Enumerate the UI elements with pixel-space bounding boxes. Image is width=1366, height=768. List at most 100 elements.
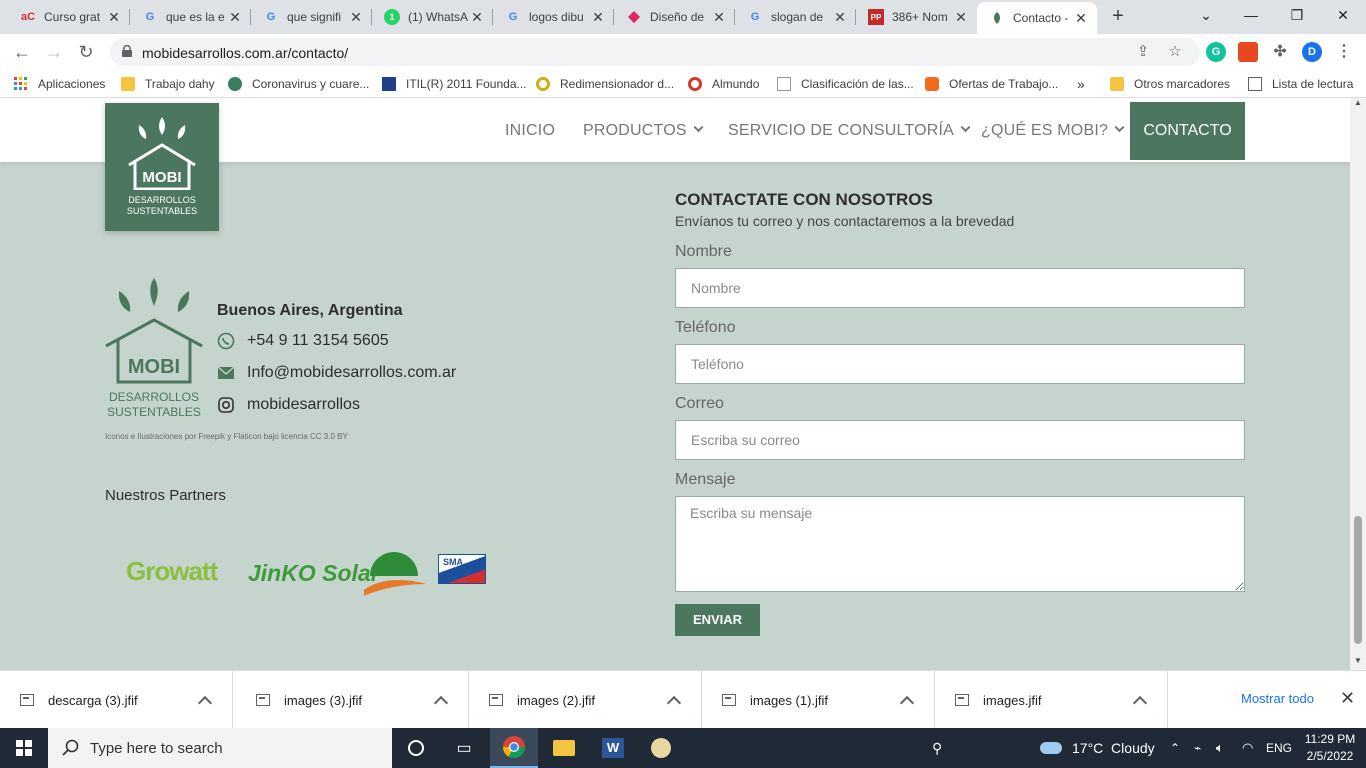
chevron-up-icon[interactable] (197, 695, 213, 711)
people-icon[interactable]: ⚲ (932, 728, 942, 768)
tab-7[interactable]: G slogan de ✕ (735, 0, 856, 34)
download-item[interactable]: images.jfif (935, 671, 1168, 729)
bookmark-coronavirus[interactable]: Coronavirus y cuare... (228, 75, 369, 93)
close-tab-icon[interactable]: ✕ (590, 9, 606, 26)
contact-email[interactable]: Info@mobidesarrollos.com.ar (217, 364, 456, 382)
close-tab-icon[interactable]: ✕ (953, 9, 969, 26)
correo-input[interactable] (675, 420, 1245, 460)
tab-5[interactable]: G logos dibu ✕ (493, 0, 614, 34)
extension-orange-icon[interactable] (1238, 42, 1258, 62)
tab-title: que signifi (287, 10, 342, 24)
nombre-input[interactable] (675, 268, 1245, 308)
grammarly-icon[interactable]: G (1206, 42, 1226, 62)
image-file-icon (489, 694, 503, 706)
mensaje-textarea[interactable] (675, 496, 1245, 592)
file-explorer-icon[interactable] (540, 728, 588, 768)
address-bar[interactable]: mobidesarrollos.com.ar/contacto/ ⇪ ☆ (110, 38, 1200, 66)
chrome-taskbar-icon[interactable] (490, 728, 538, 768)
bookmark-itil[interactable]: ITIL(R) 2011 Founda... (382, 75, 527, 93)
bookmark-apps[interactable]: Aplicaciones (14, 75, 105, 93)
tab-3[interactable]: G que signifi ✕ (251, 0, 372, 34)
wifi-icon[interactable]: ◠ (1242, 728, 1253, 768)
chevron-up-icon[interactable] (899, 695, 915, 711)
tab-9-active[interactable]: Contacto - ✕ (977, 2, 1097, 34)
profile-avatar[interactable]: D (1302, 42, 1322, 62)
instagram-text: mobidesarrollos (247, 396, 360, 413)
show-all-downloads-link[interactable]: Mostrar todo (1241, 691, 1314, 706)
scrollbar-thumb[interactable] (1354, 516, 1362, 644)
word-icon[interactable]: W (589, 728, 637, 768)
bookmark-trabajo[interactable]: Trabajo dahy (121, 75, 215, 93)
download-item[interactable]: descarga (3).jfif (0, 671, 233, 729)
download-item[interactable]: images (1).jfif (702, 671, 935, 729)
restore-button[interactable]: ❐ (1274, 0, 1320, 30)
page-scrollbar[interactable]: ▲ ▼ (1350, 98, 1366, 670)
nav-productos[interactable]: PRODUCTOS (583, 122, 704, 140)
star-bookmark-icon[interactable]: ☆ (1165, 42, 1185, 62)
url-text: mobidesarrollos.com.ar/contacto/ (142, 45, 349, 61)
power-plug-icon[interactable]: ⌁ (1194, 728, 1201, 768)
close-tab-icon[interactable]: ✕ (227, 9, 243, 26)
tab-4[interactable]: 1 (1) WhatsA ✕ (372, 0, 493, 34)
chevron-up-icon[interactable] (1132, 695, 1148, 711)
tab-6[interactable]: Diseño de ✕ (614, 0, 735, 34)
nav-inicio[interactable]: INICIO (505, 122, 555, 140)
paint-icon[interactable] (637, 728, 685, 768)
bookmark-ofertas[interactable]: Ofertas de Trabajo... (925, 75, 1058, 93)
tab-1[interactable]: aC Curso grat ✕ (8, 0, 130, 34)
chevron-up-icon[interactable] (666, 695, 682, 711)
tab-2[interactable]: G que es la e ✕ (130, 0, 251, 34)
weather-widget[interactable]: 17°C Cloudy (1040, 728, 1155, 768)
nav-contacto[interactable]: CONTACTO (1130, 102, 1245, 160)
scroll-up-icon[interactable]: ▲ (1350, 98, 1366, 112)
forward-arrow-icon[interactable]: → (42, 40, 66, 64)
reading-list[interactable]: Lista de lectura (1248, 75, 1353, 93)
extensions-puzzle-icon[interactable]: ✣ (1270, 42, 1290, 62)
bookmark-otros[interactable]: Otros marcadores (1110, 75, 1230, 93)
task-view-icon[interactable]: ▭ (440, 728, 488, 768)
contact-phone[interactable]: +54 9 11 3154 5605 (217, 332, 389, 350)
close-tab-icon[interactable]: ✕ (106, 9, 122, 26)
site-icon (925, 77, 939, 91)
telefono-input[interactable] (675, 344, 1245, 384)
header-logo[interactable]: MOBI DESARROLLOS SUSTENTABLES (105, 103, 219, 231)
close-window-button[interactable]: ✕ (1320, 0, 1366, 30)
back-arrow-icon[interactable]: ← (10, 40, 34, 64)
bookmark-redimensionador[interactable]: Redimensionador d... (536, 75, 674, 93)
close-tab-icon[interactable]: ✕ (348, 9, 364, 26)
language-indicator[interactable]: ENG (1266, 728, 1292, 768)
tray-chevron-up-icon[interactable]: ⌃ (1170, 728, 1180, 768)
tab-8[interactable]: PP 386+ Nom ✕ (856, 0, 977, 34)
minimize-button[interactable]: — (1228, 0, 1274, 30)
menu-kebab-icon[interactable]: ⋮ (1334, 42, 1354, 62)
cortana-circle-icon[interactable] (392, 728, 440, 768)
reload-icon[interactable]: ↻ (74, 40, 98, 64)
windows-start-icon[interactable] (0, 728, 48, 768)
close-tab-icon[interactable]: ✕ (832, 9, 848, 26)
close-tab-icon[interactable]: ✕ (711, 9, 727, 26)
new-tab-button[interactable]: + (1106, 6, 1130, 28)
scroll-down-icon[interactable]: ▼ (1350, 656, 1366, 670)
more-bookmarks-chevron-icon[interactable]: » (1077, 75, 1085, 93)
tab-search-icon[interactable]: ⌄ (1183, 0, 1229, 30)
download-item[interactable]: images (2).jfif (469, 671, 702, 729)
bookmark-almundo[interactable]: Almundo (688, 75, 759, 93)
enviar-button[interactable]: ENVIAR (675, 604, 760, 636)
nav-que-es-mobi[interactable]: ¿QUÉ ES MOBI? (981, 122, 1125, 140)
chevron-up-icon[interactable] (433, 695, 449, 711)
download-item[interactable]: images (3).jfif (236, 671, 469, 729)
bookmark-clasificacion[interactable]: Clasificación de las... (777, 75, 914, 93)
close-tab-icon[interactable]: ✕ (469, 9, 485, 26)
partner-logo-solar-emblem (364, 552, 426, 596)
nav-consultoria[interactable]: SERVICIO DE CONSULTORÍA (728, 122, 971, 140)
tab-strip: aC Curso grat ✕ G que es la e ✕ G que si… (0, 0, 1366, 34)
share-icon[interactable]: ⇪ (1133, 42, 1153, 62)
contact-instagram[interactable]: mobidesarrollos (217, 396, 360, 414)
close-tab-icon[interactable]: ✕ (1073, 10, 1089, 27)
close-downloads-icon[interactable]: ✕ (1340, 688, 1355, 709)
taskbar-search-box[interactable]: Type here to search (48, 728, 392, 768)
image-file-icon (722, 694, 736, 706)
nav-label: PRODUCTOS (583, 122, 687, 139)
taskbar-clock[interactable]: 11:29 PM 2/5/2022 (1300, 731, 1360, 765)
volume-icon[interactable]: 🔈︎ (1216, 728, 1224, 768)
